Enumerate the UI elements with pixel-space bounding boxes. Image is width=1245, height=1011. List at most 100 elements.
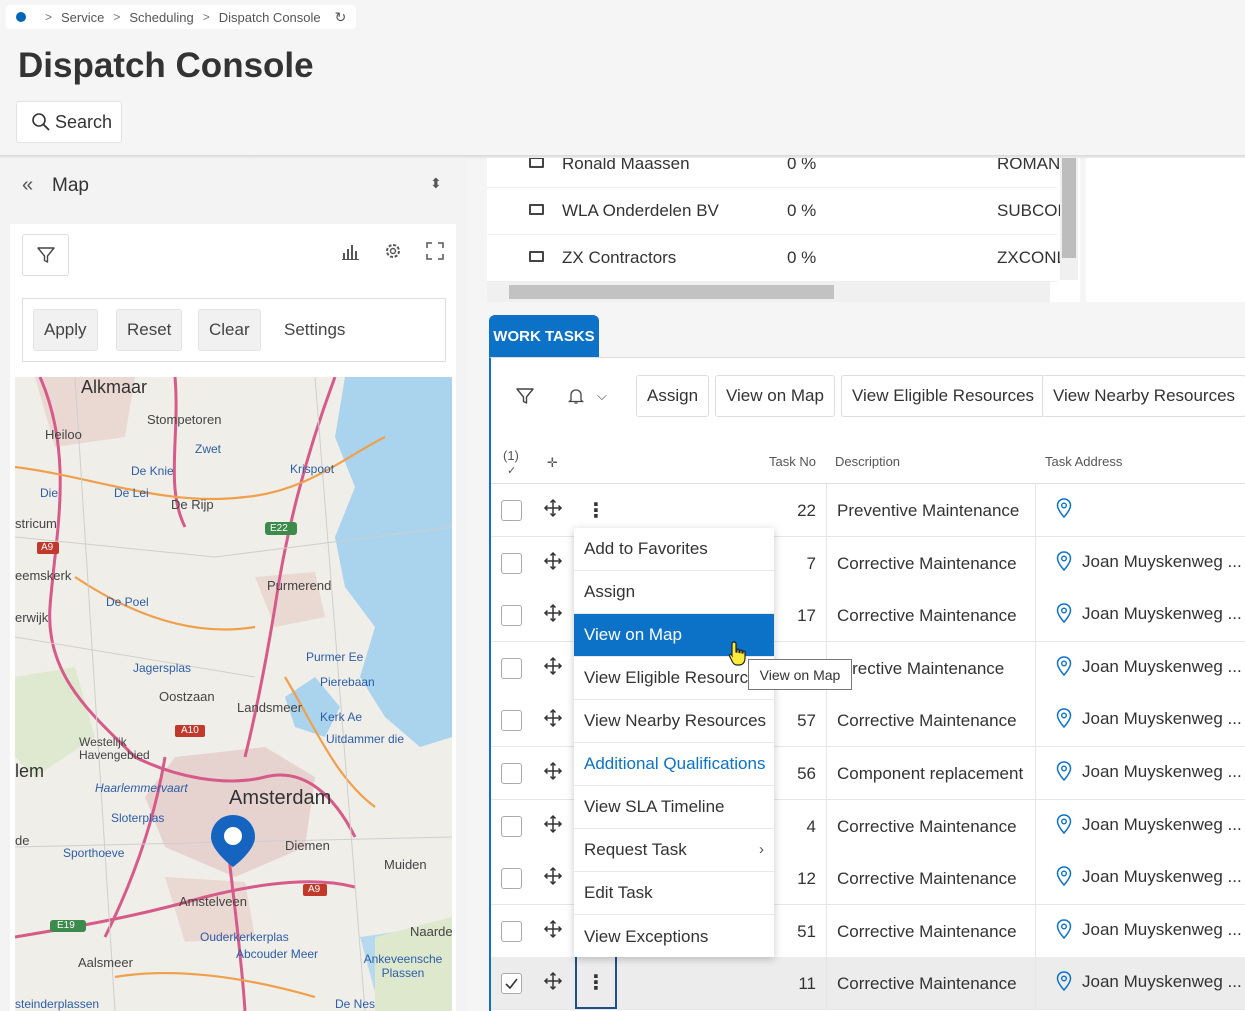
map-label: Muiden xyxy=(384,857,427,872)
resource-card-icon xyxy=(529,251,544,262)
drag-move-icon[interactable] xyxy=(543,708,563,733)
task-address: Joan Muyskenweg ... xyxy=(1082,814,1242,834)
chart-bars-icon[interactable] xyxy=(340,240,362,262)
map-label: Abcouder Meer xyxy=(236,947,319,961)
map-label: stricum xyxy=(15,516,57,531)
location-pin-icon[interactable] xyxy=(1056,919,1072,944)
location-pin-icon[interactable] xyxy=(1056,761,1072,786)
row-checkbox[interactable] xyxy=(501,657,522,679)
clear-button[interactable]: Clear xyxy=(198,309,261,351)
task-description: orrective Maintenance xyxy=(837,658,1005,678)
row-checkbox[interactable] xyxy=(501,868,522,890)
location-pin-icon[interactable] xyxy=(1056,656,1072,681)
location-pin-icon[interactable] xyxy=(1056,603,1072,628)
row-checkbox[interactable] xyxy=(501,815,522,837)
vertical-scrollbar[interactable] xyxy=(1060,158,1078,280)
location-pin-icon[interactable] xyxy=(1056,498,1072,523)
drag-move-icon[interactable] xyxy=(543,919,563,944)
filter-icon[interactable] xyxy=(515,386,535,411)
map-label: Amsterdam xyxy=(229,787,332,809)
location-pin-icon[interactable] xyxy=(1056,550,1072,576)
assign-button[interactable]: Assign xyxy=(636,375,710,417)
resource-code: ZXCONL xyxy=(997,248,1066,267)
drag-move-icon[interactable] xyxy=(543,498,563,523)
map-label: De Lei xyxy=(114,486,149,500)
menu-item-view-nearby-resources[interactable]: View Nearby Resources xyxy=(574,700,774,743)
resource-row[interactable]: ZX Contractors 0 % ZXCONL xyxy=(487,235,1066,282)
resource-utilization: 0 % xyxy=(787,201,817,220)
map-label: de xyxy=(15,833,30,848)
settings-link[interactable]: Settings xyxy=(284,320,345,340)
column-task-address[interactable]: Task Address xyxy=(1045,454,1122,469)
row-checkbox[interactable] xyxy=(501,920,522,942)
task-address: Joan Muyskenweg ... xyxy=(1082,709,1242,729)
menu-item-view-sla-timeline[interactable]: View SLA Timeline xyxy=(574,786,774,829)
row-checkbox[interactable] xyxy=(501,605,522,627)
tab-work-tasks[interactable]: WORK TASKS xyxy=(489,315,599,358)
drag-move-icon[interactable] xyxy=(543,761,563,786)
column-task-no[interactable]: Task No xyxy=(769,454,816,469)
view-on-map-button[interactable]: View on Map xyxy=(715,375,835,417)
horizontal-scrollbar[interactable] xyxy=(487,282,1050,302)
map-label: Landsmeer xyxy=(237,700,303,715)
menu-item-additional-qualifications[interactable]: Additional Qualifications xyxy=(574,743,774,786)
map-label: De Knie xyxy=(131,464,174,478)
table-row[interactable]: ⋮ 11 Corrective Maintenance Joan Muyskenweg… xyxy=(491,955,1245,1011)
drag-move-icon[interactable] xyxy=(543,551,563,576)
row-checkbox[interactable] xyxy=(501,973,522,995)
drag-move-icon[interactable] xyxy=(543,866,563,891)
bell-icon[interactable] xyxy=(566,386,586,411)
map-label: Purmerend xyxy=(267,578,332,593)
menu-item-assign[interactable]: Assign xyxy=(574,571,774,614)
column-description[interactable]: Description xyxy=(835,454,900,469)
drag-move-icon[interactable] xyxy=(543,971,563,996)
menu-item-view-exceptions[interactable]: View Exceptions xyxy=(574,915,774,958)
task-number: 22 xyxy=(797,501,816,520)
breadcrumb-scheduling[interactable]: Scheduling xyxy=(129,10,193,25)
row-checkbox[interactable] xyxy=(501,500,522,521)
menu-item-add-to-favorites[interactable]: Add to Favorites xyxy=(574,528,774,571)
selected-count: (1) xyxy=(503,448,519,463)
map-label: erwijk xyxy=(15,610,49,625)
reset-button[interactable]: Reset xyxy=(116,309,183,351)
more-vertical-icon[interactable]: ⋮ xyxy=(575,955,617,1010)
drag-move-icon[interactable] xyxy=(543,603,563,628)
chevron-down-icon[interactable]: ⌵ xyxy=(597,388,607,404)
map-label: Purmer Ee xyxy=(306,650,364,664)
map-label: E22 xyxy=(270,523,288,534)
map-view[interactable]: Alkmaar Heiloo Stompetoren Zwet Krispoot… xyxy=(15,377,452,1011)
collapse-left-icon[interactable]: « xyxy=(22,174,33,197)
drag-move-icon[interactable] xyxy=(543,814,563,839)
breadcrumb-service[interactable]: Service xyxy=(61,10,104,25)
row-checkbox[interactable] xyxy=(501,710,522,732)
resource-row[interactable]: WLA Onderdelen BV 0 % SUBCON xyxy=(487,188,1070,235)
more-vertical-icon[interactable]: ⋮ xyxy=(575,492,617,528)
map-filter-actions: Apply Reset Clear Settings xyxy=(22,298,446,362)
location-pin-icon[interactable] xyxy=(1056,813,1072,839)
task-description: Component replacement xyxy=(837,764,1024,783)
gear-icon[interactable] xyxy=(382,240,404,262)
page-title: Dispatch Console xyxy=(18,46,314,85)
refresh-icon[interactable]: ↻ xyxy=(335,9,347,26)
map-label: Stompetoren xyxy=(147,412,222,427)
search-button[interactable]: Search xyxy=(16,101,122,143)
map-label: Aalsmeer xyxy=(78,955,133,970)
row-checkbox[interactable] xyxy=(501,552,522,574)
view-eligible-resources-button[interactable]: View Eligible Resources xyxy=(841,375,1046,417)
menu-item-request-task[interactable]: Request Task › xyxy=(574,829,774,872)
expand-collapse-icon[interactable]: ⬍ xyxy=(430,175,442,192)
map-filter-button[interactable] xyxy=(22,234,69,276)
location-pin-icon[interactable] xyxy=(1056,866,1072,891)
location-pin-icon[interactable] xyxy=(1056,971,1072,996)
row-checkbox[interactable] xyxy=(501,763,522,784)
resource-row[interactable]: Ronald Maassen 0 % ROMAN xyxy=(487,158,1060,188)
menu-item-edit-task[interactable]: Edit Task xyxy=(574,872,774,915)
check-icon[interactable]: ✓ xyxy=(507,464,516,477)
view-nearby-resources-button[interactable]: View Nearby Resources xyxy=(1042,375,1245,417)
home-dot-icon[interactable] xyxy=(16,12,26,22)
apply-button[interactable]: Apply xyxy=(33,309,98,351)
map-label: Krispoot xyxy=(290,462,335,476)
location-pin-icon[interactable] xyxy=(1056,708,1072,733)
drag-move-icon[interactable] xyxy=(543,656,563,681)
fullscreen-icon[interactable] xyxy=(424,240,446,262)
